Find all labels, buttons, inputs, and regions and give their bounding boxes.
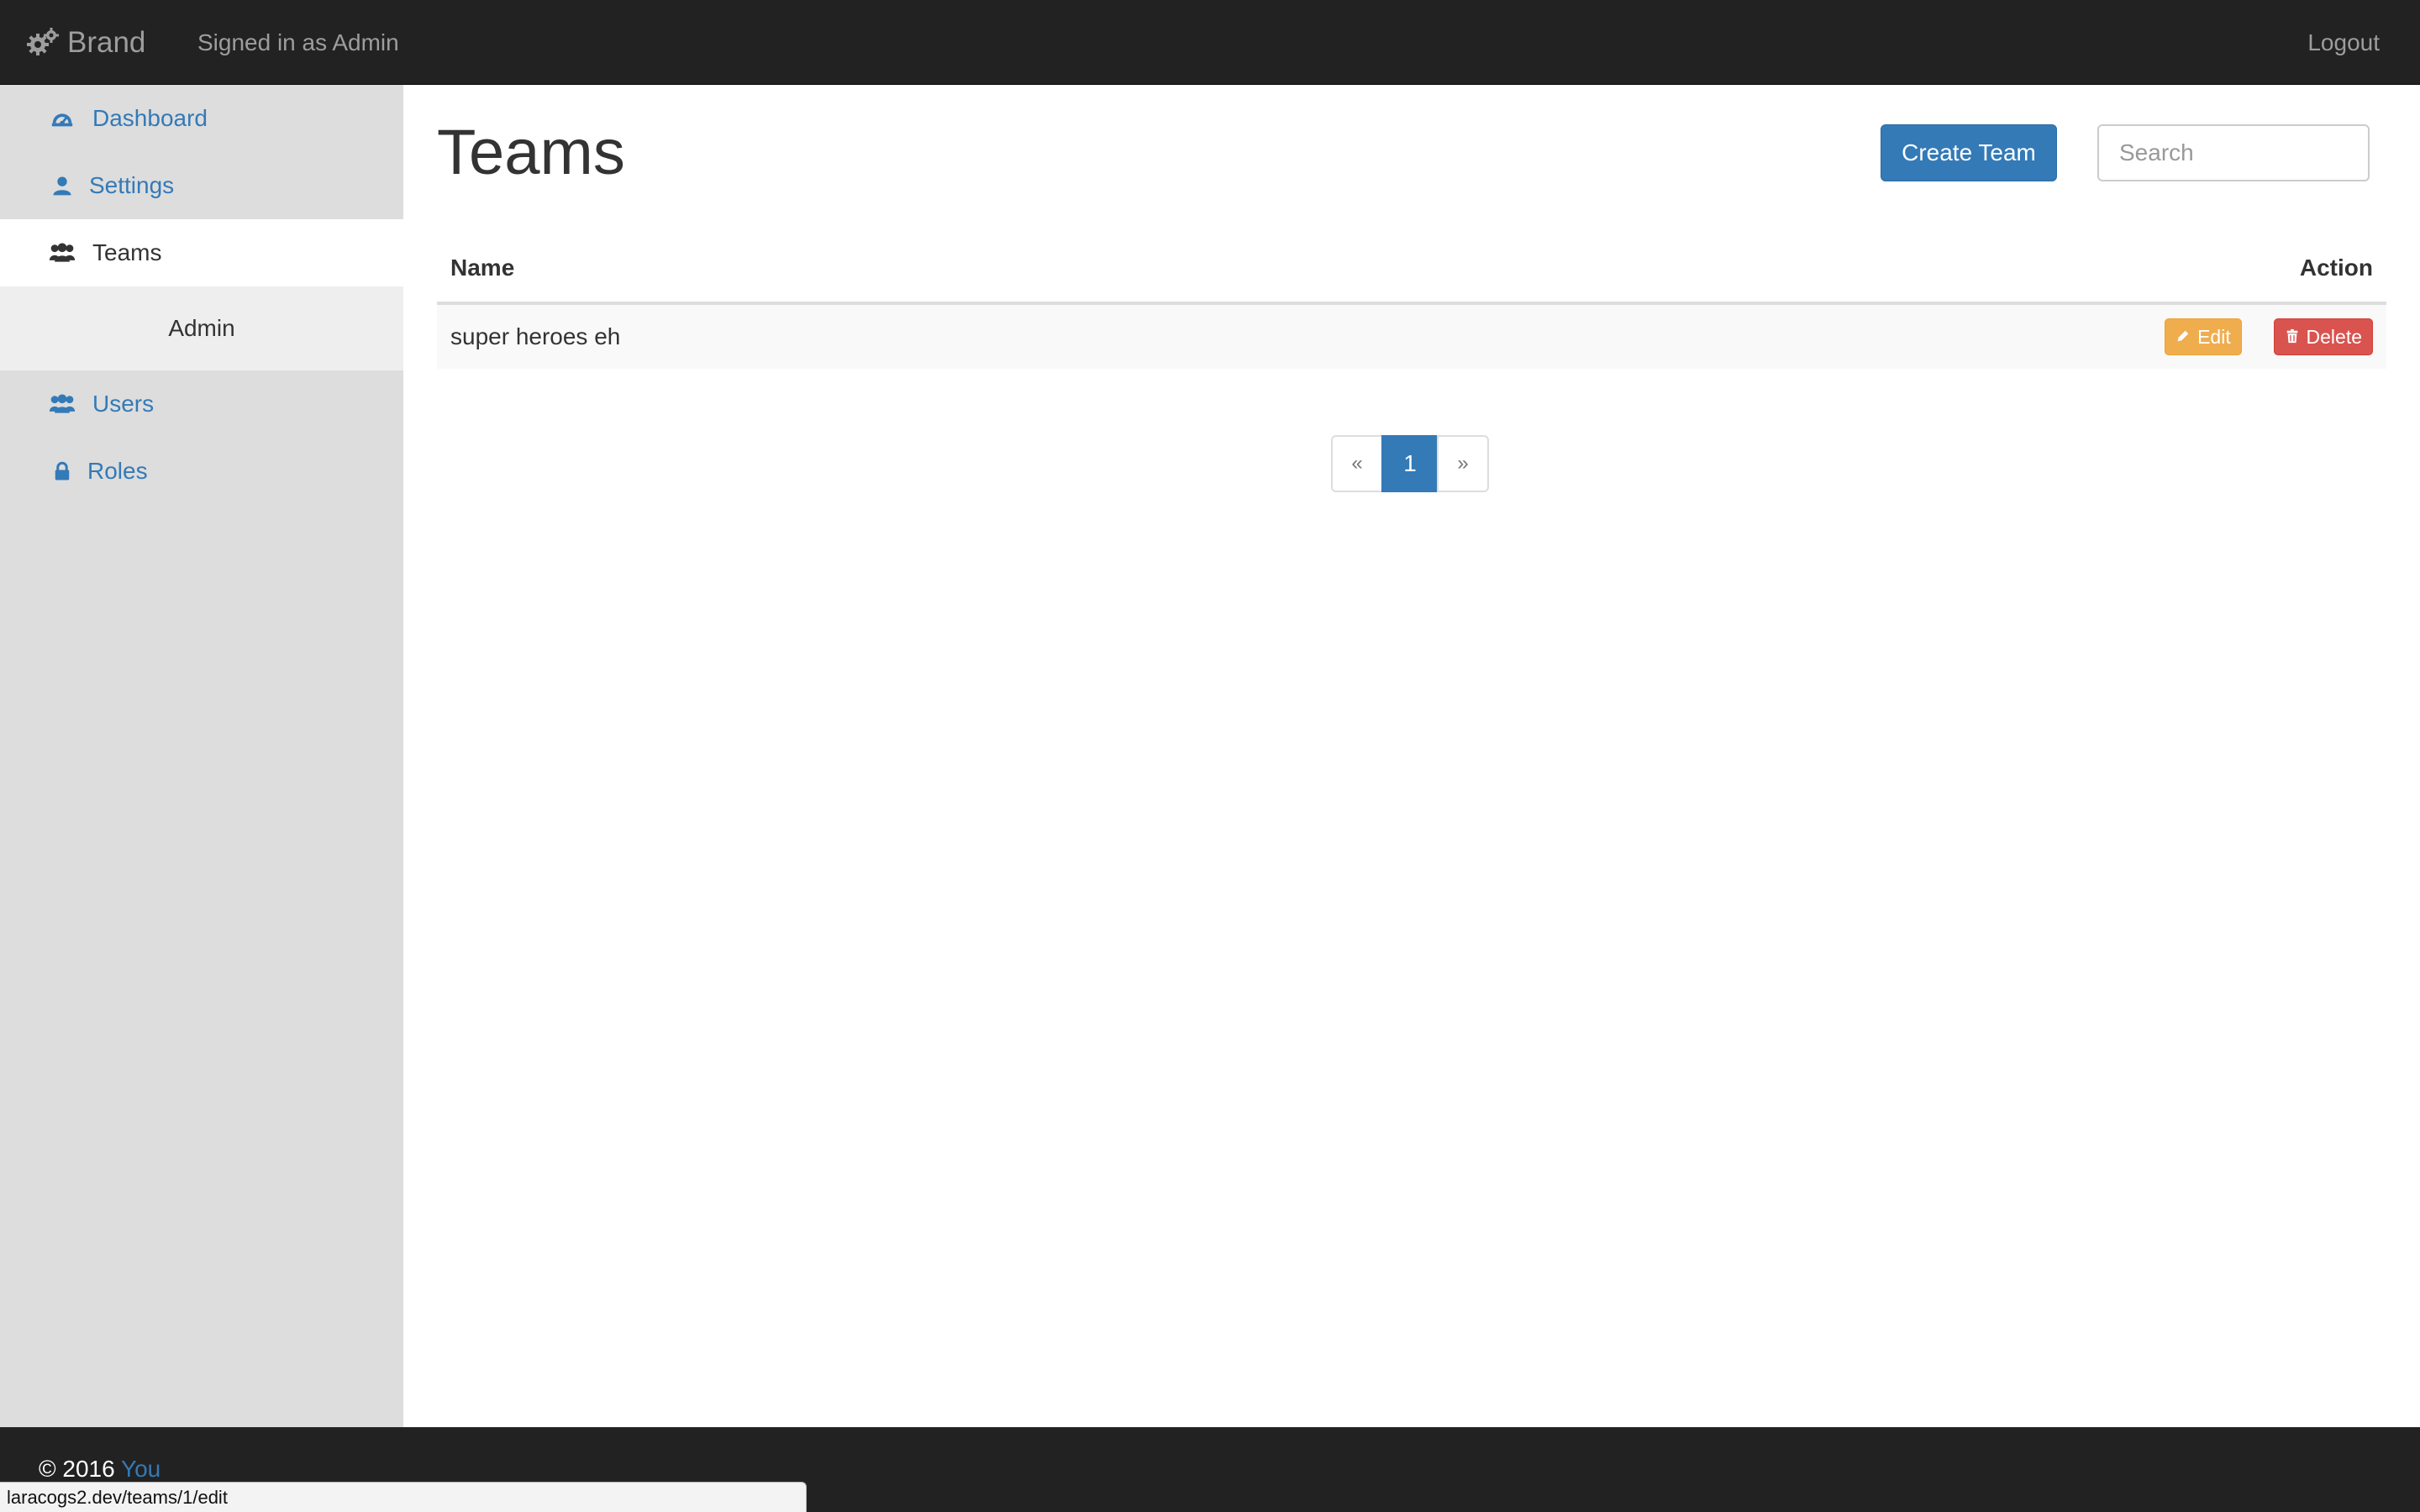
sidebar: Dashboard Settings Teams Admin Users Rol… (0, 85, 403, 1427)
sidebar-item-label: Teams (92, 239, 162, 265)
main-content: Teams Create Team Name Action super hero… (403, 85, 2420, 1427)
users-icon (49, 391, 76, 417)
dashboard-icon (49, 105, 76, 132)
edit-label: Edit (2197, 325, 2231, 348)
pencil-icon (2175, 328, 2192, 345)
search-input[interactable] (2097, 124, 2370, 181)
sidebar-item-roles[interactable]: Roles (0, 438, 403, 505)
sidebar-item-label: Dashboard (92, 105, 208, 131)
delete-button[interactable]: Delete (2273, 318, 2373, 355)
gears-icon (25, 26, 59, 60)
pagination: « 1 » (1331, 435, 1489, 492)
users-icon (49, 239, 76, 266)
logout-link[interactable]: Logout (2307, 0, 2380, 85)
sidebar-item-teams[interactable]: Teams (0, 219, 403, 286)
sidebar-item-users[interactable]: Users (0, 370, 403, 438)
table-row: super heroes eh Edit Delete (437, 303, 2386, 369)
table-header-row: Name Action (437, 234, 2386, 305)
actions-cell: Edit Delete (1325, 303, 2386, 369)
name-column-header: Name (437, 234, 1326, 305)
pagination-page-1[interactable]: 1 (1381, 435, 1439, 492)
lock-icon (49, 458, 76, 485)
sidebar-item-label: Settings (89, 172, 175, 198)
trash-icon (2285, 328, 2302, 345)
user-icon (49, 172, 76, 199)
sidebar-admin-heading: Admin (0, 286, 403, 370)
sidebar-item-label: Roles (87, 458, 148, 484)
brand-label: Brand (67, 25, 146, 59)
page-title: Teams (437, 117, 625, 188)
sidebar-item-settings[interactable]: Settings (0, 152, 403, 219)
team-name-cell: super heroes eh (437, 303, 1326, 369)
pagination-next[interactable]: » (1437, 435, 1489, 492)
delete-label: Delete (2306, 325, 2362, 348)
action-column-header: Action (1325, 234, 2386, 305)
pagination-prev[interactable]: « (1331, 435, 1383, 492)
brand-link[interactable]: Brand (25, 0, 145, 85)
sidebar-item-dashboard[interactable]: Dashboard (0, 85, 403, 152)
teams-table: Name Action super heroes eh Edit Delete (437, 234, 2386, 369)
copyright-label: © 2016 (39, 1456, 115, 1482)
footer-you-link[interactable]: You (121, 1456, 160, 1482)
top-navbar: Brand Signed in as Admin Logout (0, 0, 2420, 85)
copyright-text: © 2016 You (39, 1452, 160, 1486)
browser-status-bar: laracogs2.dev/teams/1/edit (0, 1482, 807, 1512)
edit-button[interactable]: Edit (2165, 318, 2242, 355)
sidebar-item-label: Users (92, 391, 155, 417)
create-team-button[interactable]: Create Team (1881, 124, 2057, 181)
signed-in-text: Signed in as Admin (197, 29, 399, 55)
